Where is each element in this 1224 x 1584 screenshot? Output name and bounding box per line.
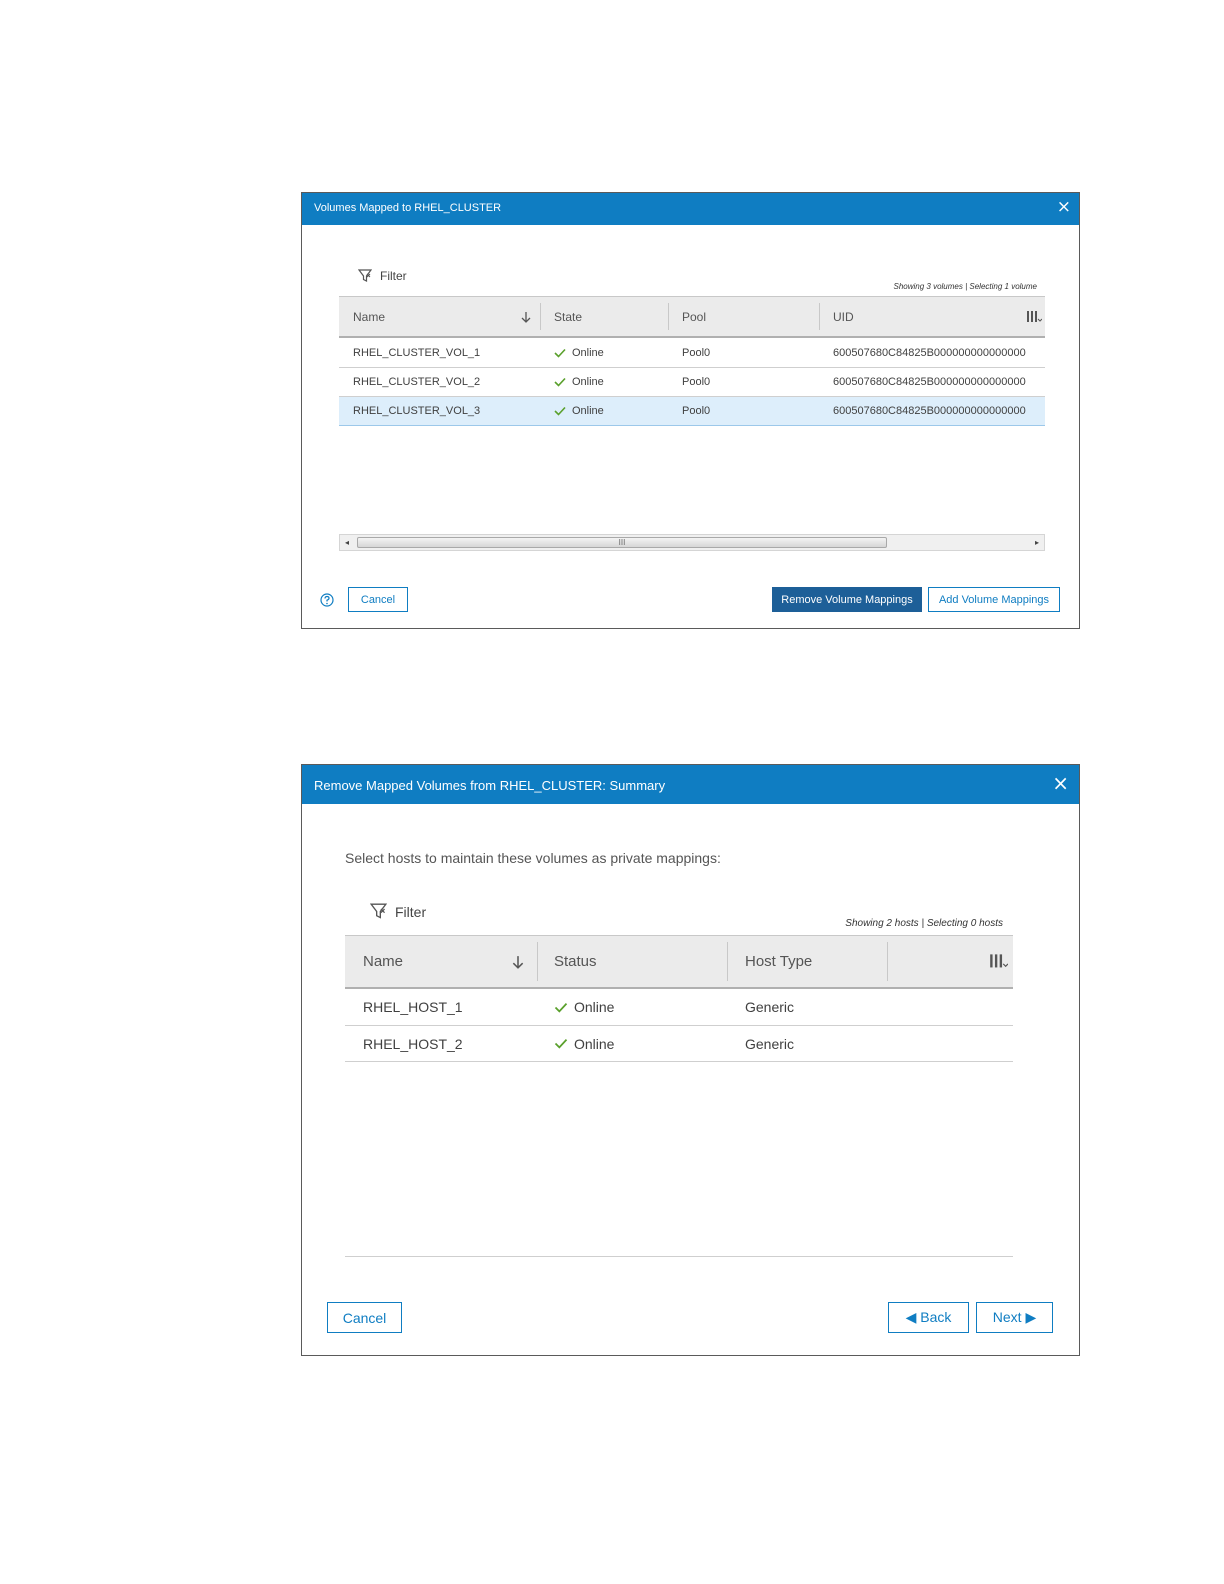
cell-name: RHEL_CLUSTER_VOL_2	[353, 376, 481, 388]
filter-button[interactable]: Filter	[370, 903, 426, 920]
table-summary: Showing 3 volumes | Selecting 1 volume	[893, 282, 1038, 291]
hosts-table: Name Status Host Type RHEL_HOST_1 Online…	[345, 935, 1013, 1062]
sort-down-icon[interactable]	[520, 311, 532, 323]
check-icon	[554, 406, 566, 416]
cell-name: RHEL_CLUSTER_VOL_3	[353, 405, 481, 417]
table-row[interactable]: RHEL_CLUSTER_VOL_1 Online Pool0 60050768…	[339, 338, 1045, 368]
check-icon	[554, 377, 566, 387]
add-volume-mappings-button[interactable]: Add Volume Mappings	[928, 587, 1060, 612]
cell-uid: 600507680C84825B000000000000000	[833, 346, 1026, 359]
check-icon	[554, 1039, 568, 1049]
cell-name: RHEL_CLUSTER_VOL_1	[353, 346, 481, 359]
column-separator	[668, 303, 669, 330]
dialog-title: Volumes Mapped to RHEL_CLUSTER	[314, 202, 502, 214]
filter-label: Filter	[395, 903, 427, 920]
next-button[interactable]: Next ▶	[976, 1302, 1053, 1333]
scrollbar-thumb[interactable]: III	[357, 537, 887, 548]
cancel-button[interactable]: Cancel	[348, 587, 408, 612]
close-icon[interactable]: ×	[1057, 197, 1071, 217]
column-header-state[interactable]: State	[554, 297, 664, 336]
dialog-title: Remove Mapped Volumes from RHEL_CLUSTER:…	[314, 778, 666, 793]
cell-name: RHEL_HOST_2	[363, 1035, 463, 1052]
cell-uid: 600507680C84825B000000000000000	[833, 405, 1026, 417]
cell-status: Online	[554, 989, 614, 1025]
instruction-text: Select hosts to maintain these volumes a…	[345, 850, 721, 866]
remove-volume-mappings-button[interactable]: Remove Volume Mappings	[772, 587, 922, 612]
cell-host-type: Generic	[745, 1035, 795, 1052]
filter-icon	[370, 903, 387, 919]
column-header-pool[interactable]: Pool	[682, 297, 812, 336]
help-icon[interactable]	[320, 593, 334, 607]
filter-icon	[358, 269, 372, 282]
table-row[interactable]: RHEL_HOST_1 Online Generic	[345, 989, 1013, 1026]
cell-pool: Pool0	[682, 405, 711, 417]
cell-pool: Pool0	[682, 346, 711, 359]
cancel-button[interactable]: Cancel	[327, 1302, 402, 1333]
column-header-host-type[interactable]: Host Type	[745, 936, 885, 987]
cell-status: Online	[554, 1026, 614, 1061]
cell-name: RHEL_HOST_1	[363, 999, 463, 1015]
column-header-uid[interactable]: UID	[833, 297, 1013, 336]
column-chooser-icon[interactable]	[989, 953, 1008, 970]
check-icon	[554, 348, 566, 358]
table-header: Name Status Host Type	[345, 935, 1013, 989]
cell-state: Online	[554, 397, 604, 425]
table-row[interactable]: RHEL_HOST_2 Online Generic	[345, 1026, 1013, 1062]
table-row-selected[interactable]: RHEL_CLUSTER_VOL_3 Online Pool0 60050768…	[339, 397, 1045, 426]
horizontal-scrollbar[interactable]: ◂ III ▸	[339, 534, 1045, 551]
filter-button[interactable]: Filter	[358, 269, 407, 283]
column-separator	[819, 303, 820, 330]
column-separator	[887, 942, 888, 981]
scroll-left-arrow[interactable]: ◂	[340, 535, 354, 550]
table-header: Name State Pool UID	[339, 296, 1045, 338]
cell-pool: Pool0	[682, 376, 711, 388]
check-icon	[554, 1002, 568, 1013]
column-header-name[interactable]: Name	[353, 297, 533, 336]
table-row[interactable]: RHEL_CLUSTER_VOL_2 Online Pool0 60050768…	[339, 368, 1045, 397]
cell-state: Online	[554, 338, 604, 367]
volumes-mapped-dialog: Volumes Mapped to RHEL_CLUSTER × Filter …	[301, 192, 1080, 629]
scroll-right-arrow[interactable]: ▸	[1030, 535, 1044, 550]
column-header-status[interactable]: Status	[554, 936, 724, 987]
back-button[interactable]: ◀ Back	[888, 1302, 969, 1333]
dialog-titlebar: Remove Mapped Volumes from RHEL_CLUSTER:…	[302, 765, 1079, 804]
column-separator	[727, 942, 728, 981]
column-separator	[540, 303, 541, 330]
footer-divider	[345, 1256, 1013, 1257]
cell-uid: 600507680C84825B000000000000000	[833, 376, 1026, 388]
column-header-name[interactable]: Name	[363, 936, 538, 987]
column-chooser-icon[interactable]	[1026, 310, 1042, 324]
column-separator	[537, 942, 538, 981]
cell-state: Online	[554, 368, 604, 396]
volumes-table: Name State Pool UID RHEL_CLUSTER_VOL_1 O…	[339, 296, 1045, 426]
scrollbar-grip: III	[618, 538, 626, 547]
close-icon[interactable]: ×	[1052, 771, 1069, 795]
cell-host-type: Generic	[745, 999, 795, 1015]
dialog-titlebar: Volumes Mapped to RHEL_CLUSTER ×	[302, 193, 1079, 225]
filter-label: Filter	[380, 269, 407, 283]
table-summary: Showing 2 hosts | Selecting 0 hosts	[845, 918, 1003, 929]
sort-down-icon[interactable]	[511, 955, 525, 969]
remove-mapped-volumes-dialog: Remove Mapped Volumes from RHEL_CLUSTER:…	[301, 764, 1080, 1356]
